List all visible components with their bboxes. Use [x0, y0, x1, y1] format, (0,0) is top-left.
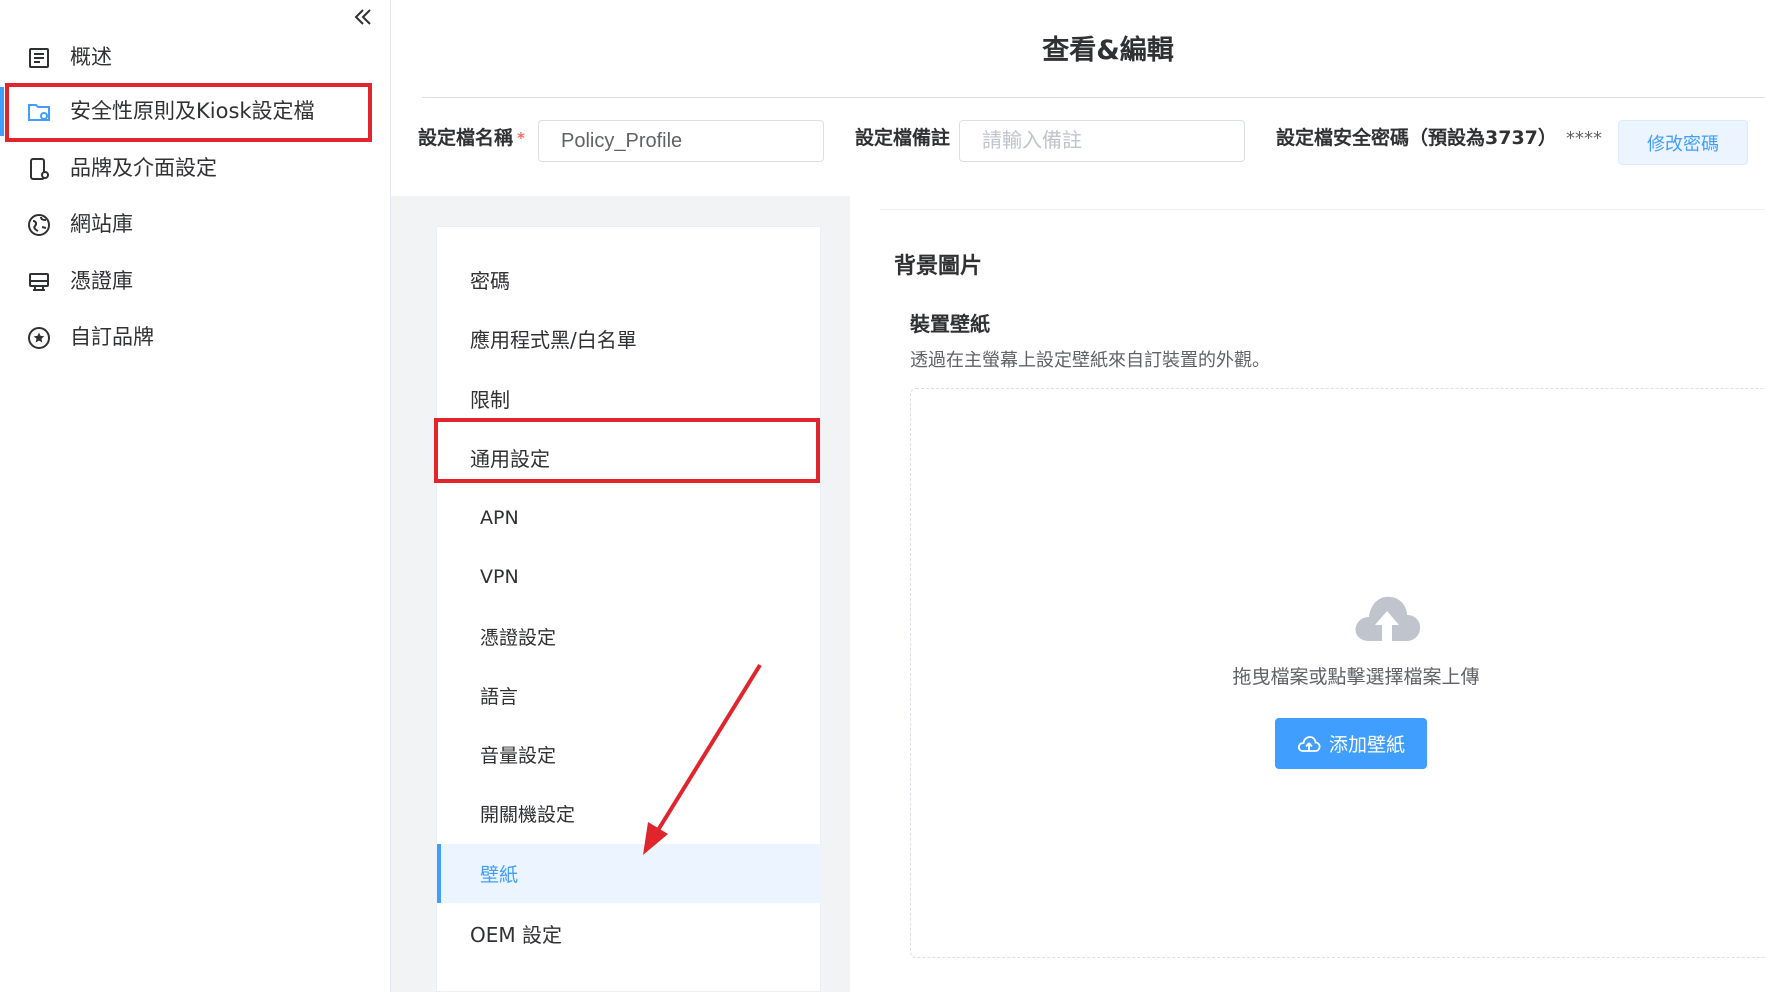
menu-item-certificate-settings[interactable]: 憑證設定 — [437, 607, 822, 666]
upload-dropzone[interactable]: 拖曳檔案或點擊選擇檔案上傳 — [910, 388, 1765, 958]
divider — [422, 97, 1765, 98]
add-wallpaper-label: 添加壁紙 — [1328, 734, 1405, 756]
password-mask: **** — [1566, 128, 1602, 149]
menu-item-vpn[interactable]: VPN — [437, 547, 822, 606]
sidebar-item-label: 網站庫 — [70, 212, 133, 236]
sidebar-item-label: 憑證庫 — [70, 269, 133, 293]
menu-item-language[interactable]: 語言 — [437, 666, 822, 725]
menu-item-password[interactable]: 密碼 — [437, 250, 822, 309]
profile-name-input[interactable] — [538, 120, 824, 162]
sidebar-item-branding[interactable]: 品牌及介面設定 — [0, 140, 390, 197]
sidebar-item-security-policy[interactable]: 安全性原則及Kiosk設定檔 — [0, 83, 390, 140]
star-circle-icon — [27, 326, 51, 350]
sidebar: 概述 安全性原則及Kiosk設定檔 品牌及介面設定 網站庫 憑證庫 自訂品牌 — [0, 0, 391, 992]
sidebar-item-certificates[interactable]: 憑證庫 — [0, 253, 390, 310]
sidebar-item-websites[interactable]: 網站庫 — [0, 196, 390, 253]
profile-name-label: 設定檔名稱 * — [418, 124, 525, 152]
active-indicator — [0, 87, 4, 136]
document-list-icon — [27, 46, 51, 70]
menu-item-restrictions[interactable]: 限制 — [437, 369, 822, 428]
profile-note-input[interactable] — [959, 120, 1245, 162]
device-settings-icon — [27, 157, 51, 181]
subsection-description: 透過在主螢幕上設定壁紙來自訂裝置的外觀。 — [910, 350, 1270, 371]
sidebar-item-overview[interactable]: 概述 — [0, 29, 390, 86]
cloud-upload-small-icon — [1297, 735, 1321, 752]
menu-item-general-settings[interactable]: 通用設定 — [437, 428, 822, 487]
settings-menu: 密碼 應用程式黑/白名單 限制 通用設定 APN VPN 憑證設定 語言 音量設… — [436, 226, 822, 992]
subsection-title: 裝置壁紙 — [910, 312, 990, 336]
profile-password-label: 設定檔安全密碼（預設為3737） — [1276, 127, 1557, 149]
sidebar-item-label: 安全性原則及Kiosk設定檔 — [70, 99, 315, 123]
cloud-upload-icon — [1351, 589, 1423, 649]
menu-item-oem-settings[interactable]: OEM 設定 — [437, 904, 822, 963]
menu-item-wallpaper[interactable]: 壁紙 — [437, 844, 822, 903]
globe-icon — [27, 213, 51, 237]
section-title: 背景圖片 — [894, 254, 983, 279]
page-title: 查看&編輯 — [1042, 35, 1174, 66]
monitor-icon — [27, 270, 51, 294]
sidebar-item-label: 概述 — [70, 45, 112, 69]
sidebar-item-label: 品牌及介面設定 — [70, 156, 217, 180]
content-panel: 背景圖片 裝置壁紙 透過在主螢幕上設定壁紙來自訂裝置的外觀。 拖曳檔案或點擊選擇… — [850, 196, 1765, 992]
header: 查看&編輯 設定檔名稱* 設定檔備註 設定檔安全密碼（預設為3737） ****… — [391, 0, 1765, 196]
add-wallpaper-button[interactable]: 添加壁紙 — [1275, 718, 1427, 769]
menu-item-apn[interactable]: APN — [437, 488, 822, 547]
collapse-sidebar-icon[interactable] — [348, 2, 378, 32]
menu-item-volume[interactable]: 音量設定 — [437, 725, 822, 784]
divider — [880, 209, 1765, 210]
menu-item-power-schedule[interactable]: 開關機設定 — [437, 784, 822, 843]
sidebar-item-label: 自訂品牌 — [70, 325, 154, 349]
sidebar-item-custom-brand[interactable]: 自訂品牌 — [0, 309, 390, 366]
profile-name-label-text: 設定檔名稱 — [418, 127, 514, 149]
folder-settings-icon — [27, 100, 51, 124]
change-password-button[interactable]: 修改密碼 — [1618, 120, 1748, 165]
required-mark: * — [517, 129, 525, 147]
upload-hint: 拖曳檔案或點擊選擇檔案上傳 — [1232, 666, 1480, 688]
profile-note-label: 設定檔備註 — [855, 127, 951, 149]
menu-item-app-blacklist[interactable]: 應用程式黑/白名單 — [437, 309, 822, 368]
